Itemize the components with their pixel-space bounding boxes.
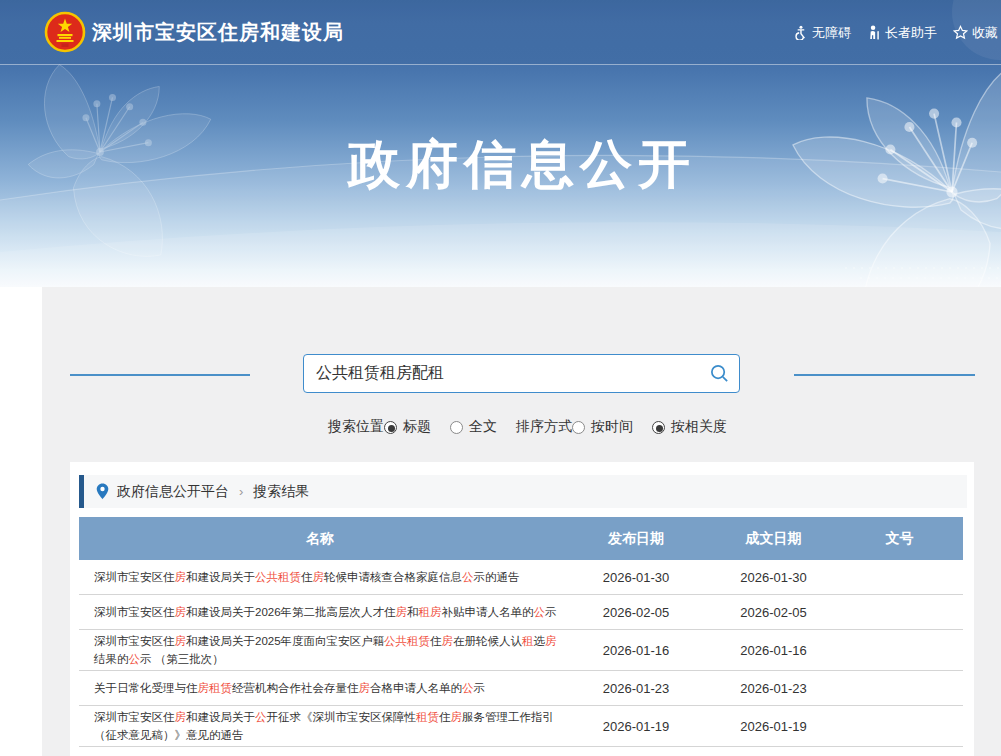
document-title-link[interactable]: 深圳市宝安区住房和建设局关于2026年第二批高层次人才住房和租房补贴申请人名单的… — [79, 603, 561, 621]
search-position-label: 搜索位置 — [328, 418, 384, 436]
elder-assistant-icon — [867, 25, 881, 40]
results-card: 政府信息公开平台 › 搜索结果 名称 发布日期 成文日期 文号 深圳市宝安区住房… — [70, 462, 974, 756]
search-icon — [709, 363, 730, 384]
favorite-link[interactable]: 收藏 — [953, 24, 998, 42]
radio-fulltext-dot — [450, 421, 463, 434]
elder-assistant-link[interactable]: 长者助手 — [867, 24, 937, 42]
column-header-document-date: 成文日期 — [711, 530, 836, 548]
sort-mode-label: 排序方式 — [516, 418, 572, 436]
column-header-doc-number: 文号 — [836, 530, 963, 548]
breadcrumb: 政府信息公开平台 › 搜索结果 — [79, 475, 967, 508]
site-title: 深圳市宝安区住房和建设局 — [92, 0, 344, 65]
content-panel: 搜索位置 标题 全文 排序方式 按时间 按相关度 政府信息公开平台 › 搜索结果 — [42, 287, 1001, 756]
decorative-line-right — [794, 374, 975, 376]
radio-by-relevance-dot — [652, 421, 665, 434]
publish-date-cell: 2026-01-16 — [561, 643, 711, 658]
search-filters: 搜索位置 标题 全文 排序方式 按时间 按相关度 — [328, 418, 746, 436]
publish-date-cell: 2026-01-30 — [561, 570, 711, 585]
document-date-cell: 2026-02-05 — [711, 605, 836, 620]
document-date-cell: 2026-01-16 — [711, 643, 836, 658]
search-input[interactable] — [304, 365, 699, 383]
accessibility-link[interactable]: 无障碍 — [793, 24, 851, 42]
document-date-cell: 2026-01-30 — [711, 570, 836, 585]
table-row: 深圳市宝安区住房和建设局关于2025年度面向宝安区户籍公共租赁住房在册轮候人认租… — [79, 630, 963, 671]
publish-date-cell: 2026-01-19 — [561, 719, 711, 734]
accessibility-icon — [793, 25, 808, 40]
search-button[interactable] — [699, 355, 739, 392]
table-header: 名称 发布日期 成文日期 文号 — [79, 517, 963, 560]
document-title-link[interactable]: 深圳市宝安区住房和建设局关于公开征求《深圳市宝安区保障性租赁住房服务管理工作指引… — [79, 708, 561, 744]
document-date-cell: 2026-01-19 — [711, 719, 836, 734]
breadcrumb-current: 搜索结果 — [253, 483, 309, 501]
column-header-publish-date: 发布日期 — [561, 530, 711, 548]
location-pin-icon — [96, 483, 109, 500]
radio-by-time[interactable]: 按时间 — [572, 418, 633, 436]
radio-title-dot — [384, 421, 397, 434]
column-header-name: 名称 — [79, 530, 561, 548]
document-title-link[interactable]: 深圳市宝安区住房和建设局关于2025年度面向宝安区户籍公共租赁住房在册轮候人认租… — [79, 632, 561, 668]
table-body: 深圳市宝安区住房和建设局关于公共租赁住房轮候申请核查合格家庭信息公示的通告202… — [79, 560, 963, 747]
table-row: 深圳市宝安区住房和建设局关于公开征求《深圳市宝安区保障性租赁住房服务管理工作指引… — [79, 706, 963, 747]
table-row: 关于日常化受理与住房租赁经营机构合作社会存量住房合格申请人名单的公示2026-0… — [79, 671, 963, 706]
radio-fulltext[interactable]: 全文 — [450, 418, 497, 436]
radio-by-relevance[interactable]: 按相关度 — [652, 418, 727, 436]
page-top-banner: 深圳市宝安区住房和建设局 无障碍 长者助手 — [0, 0, 1001, 287]
radio-by-time-dot — [572, 421, 585, 434]
document-date-cell: 2026-01-23 — [711, 681, 836, 696]
document-title-link[interactable]: 深圳市宝安区住房和建设局关于公共租赁住房轮候申请核查合格家庭信息公示的通告 — [79, 568, 561, 586]
decorative-line-left — [70, 374, 250, 376]
header-links: 无障碍 长者助手 收藏 — [793, 0, 998, 65]
breadcrumb-root[interactable]: 政府信息公开平台 — [117, 483, 229, 501]
publish-date-cell: 2026-01-23 — [561, 681, 711, 696]
publish-date-cell: 2026-02-05 — [561, 605, 711, 620]
site-header: 深圳市宝安区住房和建设局 无障碍 长者助手 — [0, 0, 1001, 65]
page-title: 政府信息公开 — [348, 130, 696, 200]
search-box — [303, 354, 740, 393]
star-icon — [953, 25, 968, 40]
national-emblem-logo — [44, 11, 86, 53]
results-table: 名称 发布日期 成文日期 文号 深圳市宝安区住房和建设局关于公共租赁住房轮候申请… — [79, 517, 963, 747]
document-title-link[interactable]: 关于日常化受理与住房租赁经营机构合作社会存量住房合格申请人名单的公示 — [79, 679, 561, 697]
breadcrumb-separator: › — [239, 484, 243, 499]
table-row: 深圳市宝安区住房和建设局关于公共租赁住房轮候申请核查合格家庭信息公示的通告202… — [79, 560, 963, 595]
table-row: 深圳市宝安区住房和建设局关于2026年第二批高层次人才住房和租房补贴申请人名单的… — [79, 595, 963, 630]
radio-title[interactable]: 标题 — [384, 418, 431, 436]
